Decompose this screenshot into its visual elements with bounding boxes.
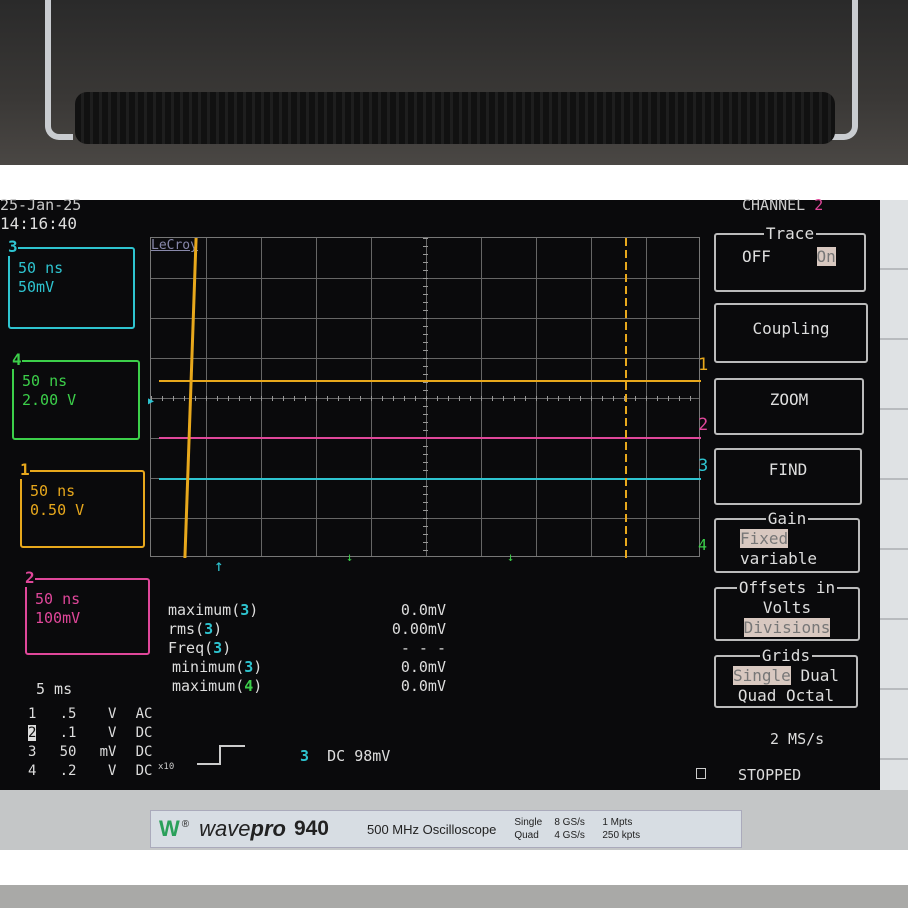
- grid-quad-option[interactable]: Quad: [738, 686, 777, 705]
- channel-2-box[interactable]: 2 50 ns 100mV: [25, 568, 150, 655]
- grids-title: Grids: [759, 646, 813, 665]
- marker-arrow-icon: ↓: [507, 550, 515, 564]
- zoom-button[interactable]: ZOOM: [714, 378, 864, 435]
- handle-grip: [75, 92, 835, 144]
- find-button[interactable]: FIND: [714, 448, 862, 505]
- acquisition-status: STOPPED: [738, 766, 802, 784]
- trace-marker-1: 1: [698, 355, 709, 375]
- model-description: 500 MHz Oscilloscope: [367, 821, 497, 837]
- model-label: W ® wavepro 940 500 MHz Oscilloscope Sing…: [150, 810, 742, 848]
- center-axis-ticks: [151, 396, 701, 401]
- trace-title: Trace: [763, 224, 817, 243]
- channel-number: 3: [8, 237, 18, 256]
- timebase: 50 ns: [30, 482, 76, 500]
- trace-channel-3: [159, 478, 701, 480]
- trace-on-option[interactable]: On: [816, 247, 836, 266]
- trigger-edge-icon: [197, 745, 247, 765]
- sample-rate: 2 MS/s: [770, 730, 825, 748]
- trigger-readout: 3 DC 98mV: [300, 747, 391, 765]
- offsets-title: Offsets in: [736, 578, 838, 597]
- coupling-button[interactable]: Coupling: [714, 303, 868, 363]
- trace-off-option[interactable]: OFF: [742, 247, 771, 266]
- trace-marker-2: 2: [698, 415, 709, 435]
- channel-number: 1: [20, 460, 30, 479]
- channel-setting-row: 4.2 V DC: [28, 763, 153, 779]
- channel-4-box[interactable]: 4 50 ns 2.00 V: [12, 350, 140, 440]
- cursor-2[interactable]: [625, 238, 627, 558]
- gain-fixed-option[interactable]: Fixed: [740, 529, 789, 548]
- measurement-row: maximum(4) 0.0mV: [172, 677, 446, 695]
- logo-w: W: [159, 816, 180, 841]
- trace-menu[interactable]: Trace OFF On: [714, 224, 866, 292]
- gain-menu[interactable]: Gain Fixed variable: [714, 509, 860, 573]
- timebase-readout: 5 ms: [36, 680, 73, 698]
- spec-table: Single 8 GS/s 1 Mpts Quad 4 GS/s 250 kpts: [514, 817, 641, 841]
- grid-dual-option[interactable]: Dual: [800, 666, 839, 685]
- scale: 0.50 V: [30, 501, 85, 519]
- channel-number: 4: [12, 350, 22, 369]
- measurement-row: maximum(3) 0.0mV: [168, 601, 446, 619]
- grid-single-option[interactable]: Single: [733, 666, 791, 685]
- scale: 2.00 V: [22, 391, 77, 409]
- trace-marker-4: 4: [698, 536, 708, 554]
- grids-menu[interactable]: Grids Single Dual Quad Octal: [714, 646, 858, 708]
- timebase: 50 ns: [22, 372, 68, 390]
- date: 25-Jan-25: [0, 196, 82, 214]
- model-name: wavepro: [199, 816, 286, 841]
- channel-number: 2: [25, 568, 35, 587]
- channel-setting-row: 1.5 V AC: [28, 706, 153, 722]
- acquisition-indicator-icon: [696, 768, 706, 779]
- menu-title: CHANNEL 2: [742, 196, 824, 214]
- waveform-grid: LeCroy: [150, 237, 701, 558]
- trace-channel-2: [159, 437, 701, 439]
- probe-attenuation: x10: [158, 762, 175, 772]
- measurements-panel: maximum(3) 0.0mV rms(3) 0.00mV Freq(3) - - -m…: [168, 601, 458, 696]
- gain-title: Gain: [765, 509, 809, 528]
- channel-3-box[interactable]: 3 50 ns 50mV: [8, 237, 135, 329]
- timebase: 50 ns: [18, 259, 64, 277]
- gain-variable-option[interactable]: variable: [716, 549, 858, 569]
- channel-setting-row: 3 50 mV DC: [28, 744, 153, 760]
- offsets-volts-option[interactable]: Volts: [716, 598, 858, 618]
- scope-bottom-housing: [0, 885, 908, 908]
- scope-screen: 25-Jan-25 14:16:40 CHANNEL 2 3 50 ns 50m…: [0, 196, 882, 790]
- scale: 50mV: [18, 278, 55, 296]
- measurement-row: rms(3) 0.00mV: [168, 620, 446, 638]
- ground-marker-icon: ▶: [148, 396, 155, 407]
- channel-setting-row: 2.1 V DC: [28, 725, 153, 741]
- offsets-divisions-option[interactable]: Divisions: [743, 618, 831, 637]
- handle-left: [45, 0, 73, 140]
- offsets-menu[interactable]: Offsets in Volts Divisions: [714, 578, 860, 641]
- model-number: 940: [293, 817, 329, 840]
- marker-arrow-icon: ↓: [346, 550, 354, 564]
- grid-octal-option[interactable]: Octal: [786, 686, 834, 705]
- trace-channel-1: [159, 380, 701, 382]
- time: 14:16:40: [0, 214, 78, 233]
- trigger-position-arrow-icon: ↑: [214, 556, 224, 575]
- measurement-row: minimum(3) 0.0mV: [172, 658, 446, 676]
- scale: 100mV: [35, 609, 81, 627]
- channel-1-box[interactable]: 1 50 ns 0.50 V: [20, 460, 145, 548]
- screen-bezel-buttons: [880, 200, 908, 790]
- measurement-row: Freq(3) - - -: [168, 639, 446, 657]
- channel-settings-table: 1.5 V AC 2.1 V DC 3 50 mV DC 4.2 V DC: [28, 705, 152, 781]
- trace-marker-3: 3: [698, 456, 709, 476]
- timebase: 50 ns: [35, 590, 81, 608]
- lecroy-logo: LeCroy: [151, 238, 198, 253]
